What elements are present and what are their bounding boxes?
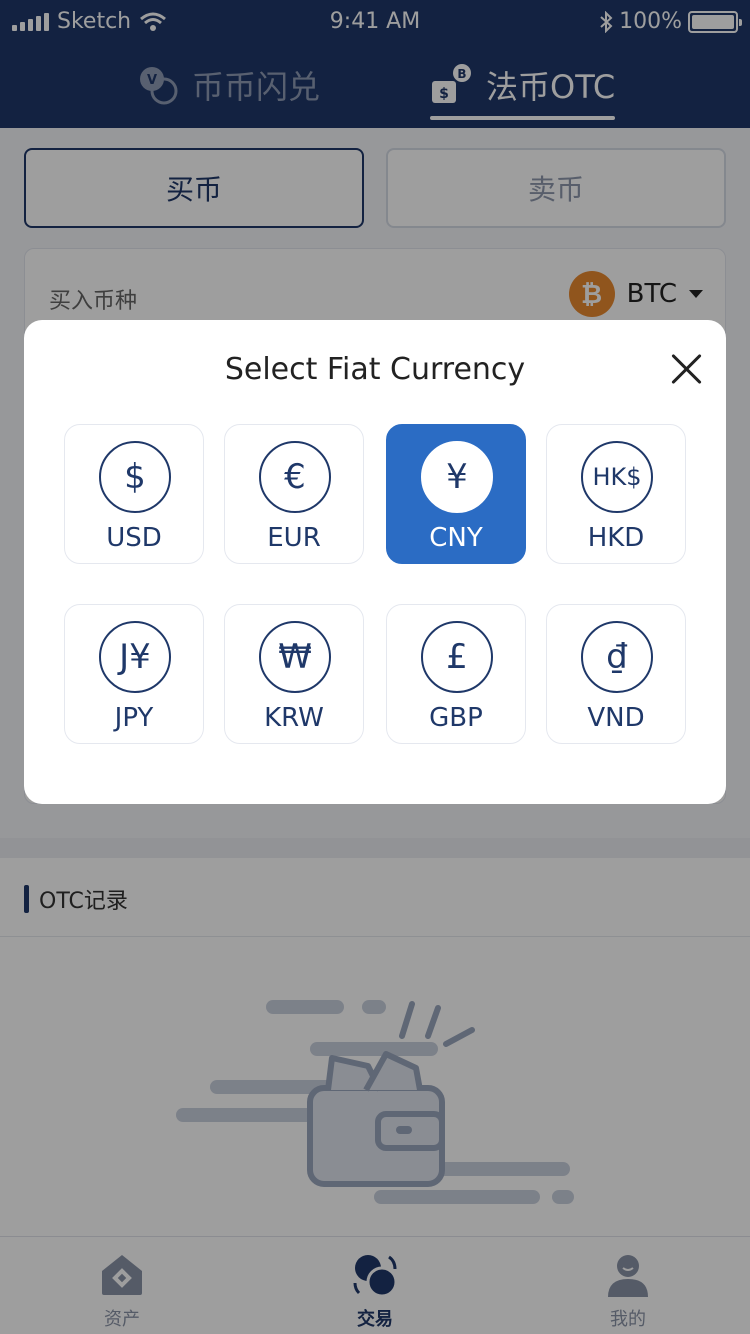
modal-title: Select Fiat Currency — [224, 352, 526, 387]
currency-grid: $ USD € EUR ¥ CNY HK$ HKD J¥ JPY ₩ KRW £… — [64, 424, 686, 744]
won-icon: ₩ — [259, 621, 331, 693]
fiat-currency-modal: Select Fiat Currency $ USD € EUR ¥ CNY H… — [24, 320, 726, 804]
currency-option-usd[interactable]: $ USD — [64, 424, 204, 564]
yuan-icon: ¥ — [421, 441, 493, 513]
dollar-icon: $ — [99, 441, 171, 513]
currency-code: CNY — [429, 523, 483, 553]
currency-code: JPY — [114, 703, 154, 733]
currency-option-krw[interactable]: ₩ KRW — [224, 604, 364, 744]
currency-option-jpy[interactable]: J¥ JPY — [64, 604, 204, 744]
close-icon[interactable] — [670, 352, 704, 386]
yen-icon: J¥ — [99, 621, 171, 693]
dong-icon: ₫ — [581, 621, 653, 693]
currency-code: USD — [106, 523, 162, 553]
currency-code: EUR — [267, 523, 321, 553]
currency-code: VND — [587, 703, 645, 733]
euro-icon: € — [259, 441, 331, 513]
currency-code: HKD — [587, 523, 645, 553]
currency-option-cny[interactable]: ¥ CNY — [386, 424, 526, 564]
currency-option-hkd[interactable]: HK$ HKD — [546, 424, 686, 564]
currency-option-gbp[interactable]: £ GBP — [386, 604, 526, 744]
hk-dollar-icon: HK$ — [581, 441, 653, 513]
currency-option-vnd[interactable]: ₫ VND — [546, 604, 686, 744]
currency-code: GBP — [429, 703, 483, 733]
pound-icon: £ — [421, 621, 493, 693]
currency-code: KRW — [264, 703, 324, 733]
currency-option-eur[interactable]: € EUR — [224, 424, 364, 564]
